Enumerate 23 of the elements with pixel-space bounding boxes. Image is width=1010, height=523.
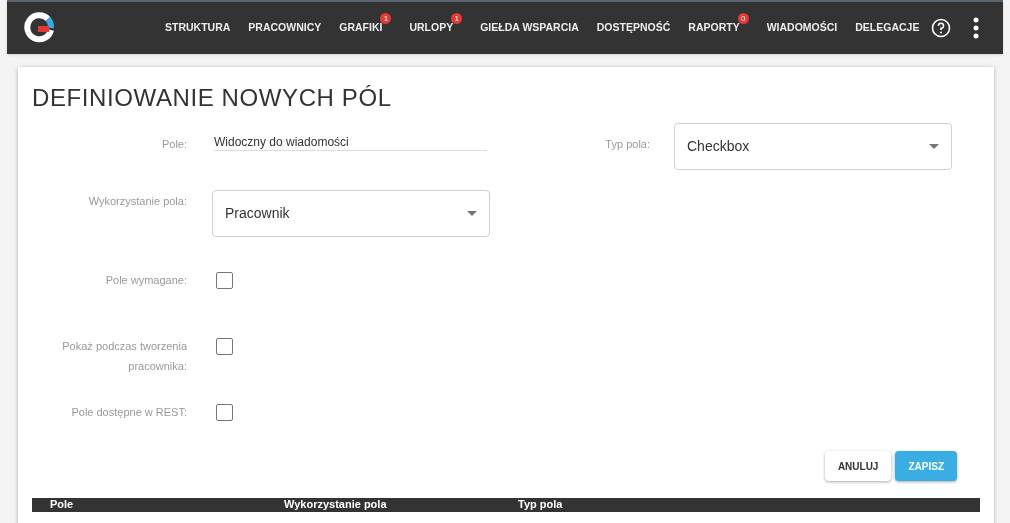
page-title: DEFINIOWANIE NOWYCH PÓL [32, 83, 393, 113]
field-label: Pole wymagane: [104, 273, 187, 288]
dropdown-select[interactable]: Checkbox [674, 123, 952, 170]
nav-link[interactable]: PRACOWNICY [248, 20, 322, 36]
field-label: Pole dostępne w REST: [70, 405, 187, 420]
dropdown-select[interactable]: Pracownik [212, 190, 490, 237]
cancel-button[interactable]: ANULUJ [824, 451, 892, 481]
field-label: Pokaż podczas tworzenia pracownika: [61, 339, 187, 374]
nav-link[interactable]: URLOPY [409, 20, 454, 36]
nav-link[interactable]: STRUKTURA [165, 20, 231, 36]
nav-link[interactable]: DOSTĘPNOŚĆ [596, 20, 671, 36]
field-label: Pole: [160, 137, 187, 152]
column-header: Typ pola [517, 498, 564, 510]
nav-link[interactable]: GRAFIKI [339, 20, 383, 36]
column-header: Wykorzystanie pola [283, 498, 388, 510]
field-label: Wykorzystanie pola: [87, 194, 187, 209]
input-field[interactable]: Widoczny do wiadomości [214, 133, 487, 151]
nav-link[interactable]: WIADOMOŚCI [766, 20, 838, 36]
field-label: Typ pola: [604, 137, 650, 152]
column-header: Pole [49, 498, 75, 510]
nav-link[interactable]: DELEGACJE [855, 20, 920, 36]
nav-link[interactable]: RAPORTY [688, 20, 740, 36]
nav-link[interactable]: GIEŁDA WSPARCIA [480, 20, 579, 36]
